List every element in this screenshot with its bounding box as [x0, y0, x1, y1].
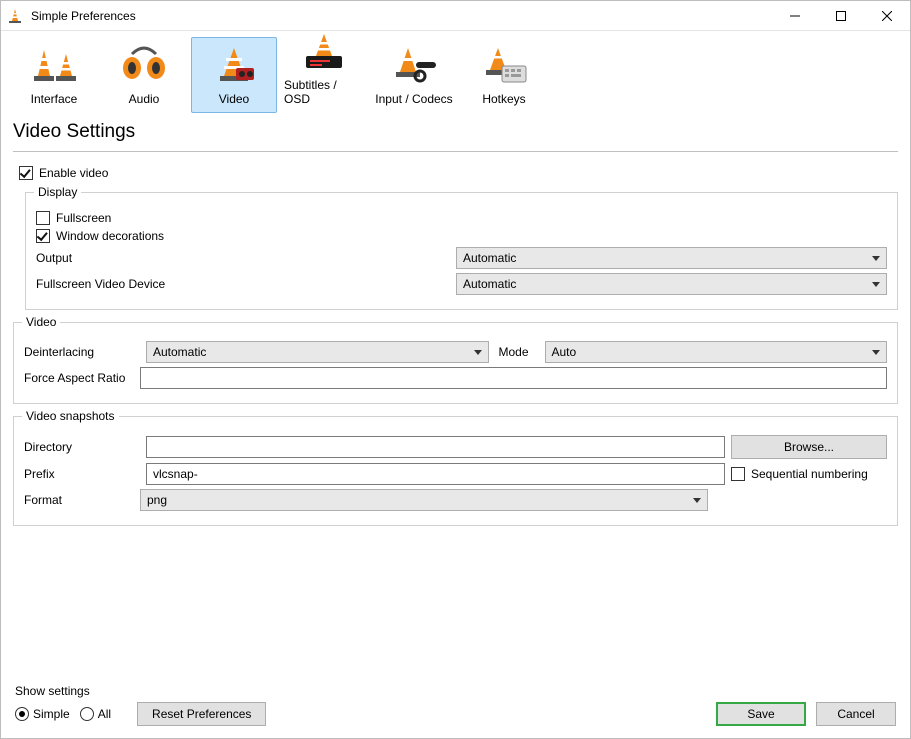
show-settings-radios: Simple All Reset Preferences: [15, 702, 266, 726]
browse-button-label: Browse...: [784, 440, 834, 454]
sequential-numbering-checkbox[interactable]: [731, 467, 745, 481]
fullscreen-label: Fullscreen: [56, 211, 111, 225]
group-snapshots: Video snapshots Directory Browse... Pref…: [13, 416, 898, 526]
group-display-legend: Display: [34, 185, 81, 199]
enable-video-checkbox[interactable]: [19, 166, 33, 180]
video-icon: [210, 46, 258, 86]
group-video-legend: Video: [22, 315, 60, 329]
fullscreen-checkbox[interactable]: [36, 211, 50, 225]
chevron-down-icon: [470, 344, 486, 360]
save-button[interactable]: Save: [716, 702, 806, 726]
prefix-label: Prefix: [24, 467, 140, 481]
radio-simple[interactable]: Simple: [15, 707, 70, 721]
audio-icon: [120, 46, 168, 86]
prefix-row: Prefix Sequential numbering: [24, 463, 887, 485]
category-hotkeys-label: Hotkeys: [482, 92, 525, 106]
chevron-down-icon: [868, 276, 884, 292]
format-label: Format: [24, 493, 140, 507]
category-tabs: Interface Audio: [1, 31, 910, 113]
cancel-button-label: Cancel: [837, 707, 874, 721]
category-subtitles[interactable]: Subtitles / OSD: [281, 37, 367, 113]
close-button[interactable]: [864, 1, 910, 31]
input-codecs-icon: [390, 46, 438, 86]
force-aspect-ratio-input[interactable]: [140, 367, 887, 389]
directory-input[interactable]: [146, 436, 725, 458]
directory-label: Directory: [24, 440, 140, 454]
interface-icon: [30, 46, 78, 86]
minimize-button[interactable]: [772, 1, 818, 31]
category-interface-label: Interface: [31, 92, 78, 106]
hotkeys-icon: [480, 46, 528, 86]
category-subtitles-label: Subtitles / OSD: [284, 78, 364, 106]
enable-video-label: Enable video: [39, 166, 108, 180]
output-row: Output Automatic: [36, 247, 887, 269]
reset-preferences-label: Reset Preferences: [152, 707, 251, 721]
maximize-button[interactable]: [818, 1, 864, 31]
preferences-window: Simple Preferences: [0, 0, 911, 739]
format-row: Format png: [24, 489, 887, 511]
output-select[interactable]: Automatic: [456, 247, 887, 269]
category-hotkeys[interactable]: Hotkeys: [461, 37, 547, 113]
mode-label: Mode: [499, 345, 539, 359]
deinterlacing-label: Deinterlacing: [24, 345, 140, 359]
vlc-cone-icon: [7, 8, 23, 24]
cancel-button[interactable]: Cancel: [816, 702, 896, 726]
fs-device-row: Fullscreen Video Device Automatic: [36, 273, 887, 295]
output-label: Output: [36, 251, 456, 265]
prefix-input[interactable]: [146, 463, 725, 485]
format-select[interactable]: png: [140, 489, 708, 511]
mode-select-value: Auto: [552, 345, 577, 359]
category-audio-label: Audio: [129, 92, 160, 106]
show-settings-block: Show settings Simple All Reset Preferenc…: [15, 684, 266, 726]
window-decorations-row: Window decorations: [36, 229, 887, 243]
reset-preferences-button[interactable]: Reset Preferences: [137, 702, 266, 726]
chevron-down-icon: [868, 344, 884, 360]
fullscreen-row: Fullscreen: [36, 211, 887, 225]
radio-dot-icon: [80, 707, 94, 721]
format-select-value: png: [147, 493, 167, 507]
category-interface[interactable]: Interface: [11, 37, 97, 113]
window-decorations-label: Window decorations: [56, 229, 164, 243]
fs-device-label: Fullscreen Video Device: [36, 277, 456, 291]
window-decorations-checkbox[interactable]: [36, 229, 50, 243]
mode-select[interactable]: Auto: [545, 341, 888, 363]
deinterlacing-select-value: Automatic: [153, 345, 206, 359]
force-aspect-ratio-row: Force Aspect Ratio: [24, 367, 887, 389]
category-video-label: Video: [219, 92, 249, 106]
deinterlacing-select[interactable]: Automatic: [146, 341, 489, 363]
page-area: Video Settings Enable video Display Full…: [1, 113, 910, 676]
category-input-codecs[interactable]: Input / Codecs: [371, 37, 457, 113]
deinterlacing-row: Deinterlacing Automatic Mode Auto: [24, 341, 887, 363]
subtitles-icon: [300, 32, 348, 72]
force-aspect-ratio-label: Force Aspect Ratio: [24, 371, 140, 385]
group-video: Video Deinterlacing Automatic Mode Auto …: [13, 322, 898, 404]
enable-video-row: Enable video: [19, 166, 898, 180]
save-button-label: Save: [747, 707, 774, 721]
category-video[interactable]: Video: [191, 37, 277, 113]
radio-simple-label: Simple: [33, 707, 70, 721]
group-snapshots-legend: Video snapshots: [22, 409, 119, 423]
chevron-down-icon: [689, 492, 705, 508]
footer-bar: Show settings Simple All Reset Preferenc…: [1, 676, 910, 738]
window-title: Simple Preferences: [31, 9, 136, 23]
chevron-down-icon: [868, 250, 884, 266]
title-divider: [13, 151, 898, 152]
group-display: Display Fullscreen Window decorations Ou…: [25, 192, 898, 310]
output-select-value: Automatic: [463, 251, 516, 265]
category-audio[interactable]: Audio: [101, 37, 187, 113]
radio-dot-icon: [15, 707, 29, 721]
show-settings-label: Show settings: [15, 684, 266, 698]
fs-device-select[interactable]: Automatic: [456, 273, 887, 295]
fs-device-select-value: Automatic: [463, 277, 516, 291]
radio-all[interactable]: All: [80, 707, 111, 721]
page-title: Video Settings: [13, 121, 898, 143]
title-bar: Simple Preferences: [1, 1, 910, 31]
category-input-codecs-label: Input / Codecs: [375, 92, 452, 106]
browse-button[interactable]: Browse...: [731, 435, 887, 459]
radio-all-label: All: [98, 707, 111, 721]
sequential-numbering-label: Sequential numbering: [751, 467, 868, 481]
directory-row: Directory Browse...: [24, 435, 887, 459]
